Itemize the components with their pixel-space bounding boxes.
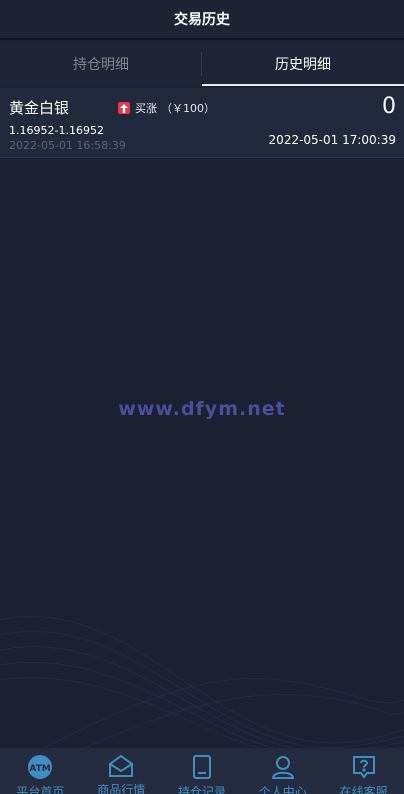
watermark-text: www.dfym.net bbox=[118, 398, 286, 420]
trade-amount: （￥100） bbox=[161, 102, 215, 115]
nav-item-profile[interactable]: 个人中心 bbox=[242, 748, 323, 794]
nav-label: 持仓记录 bbox=[177, 785, 226, 794]
nav-item-home[interactable]: ATM 平台首页 bbox=[0, 748, 81, 794]
svg-text:ATM: ATM bbox=[30, 764, 51, 774]
envelope-icon bbox=[107, 754, 135, 778]
nav-label: 平台首页 bbox=[16, 785, 65, 794]
open-time: 2022-05-01 16:58:39 bbox=[9, 139, 126, 152]
tab-history[interactable]: 历史明细 bbox=[202, 42, 404, 86]
nav-label: 个人中心 bbox=[258, 785, 307, 794]
app-header: 交易历史 bbox=[0, 0, 404, 40]
help-chat-icon bbox=[350, 754, 378, 780]
nav-label: 商品行情 bbox=[97, 783, 146, 794]
tab-bar: 持仓明细 历史明细 bbox=[0, 42, 404, 86]
nav-label: 在线客服 bbox=[339, 785, 388, 794]
book-icon bbox=[188, 754, 216, 780]
tab-label: 历史明细 bbox=[275, 57, 331, 73]
nav-item-market[interactable]: 商品行情 bbox=[81, 748, 162, 794]
trade-direction: 买涨 bbox=[135, 102, 157, 115]
nav-item-positions[interactable]: 持仓记录 bbox=[162, 748, 243, 794]
close-time: 2022-05-01 17:00:39 bbox=[268, 133, 396, 147]
platform-logo-icon: ATM bbox=[26, 754, 54, 780]
nav-item-support[interactable]: 在线客服 bbox=[323, 748, 404, 794]
arrow-up-icon bbox=[118, 102, 130, 114]
wave-background-decoration bbox=[0, 616, 404, 750]
user-icon bbox=[269, 754, 297, 780]
history-record[interactable]: 黄金白银 买涨 （￥100） 0 1.16952-1.16952 2022-05… bbox=[0, 88, 404, 158]
page-title: 交易历史 bbox=[174, 12, 230, 28]
trade-direction-badge: 买涨 （￥100） bbox=[118, 100, 215, 116]
active-tab-indicator bbox=[202, 84, 404, 86]
price-range: 1.16952-1.16952 bbox=[9, 124, 104, 137]
tab-positions[interactable]: 持仓明细 bbox=[0, 42, 202, 86]
product-name: 黄金白银 bbox=[9, 99, 70, 117]
tab-label: 持仓明细 bbox=[73, 57, 129, 73]
bottom-navigation: ATM 平台首页 商品行情 持仓记录 个人中心 在线客服 bbox=[0, 748, 404, 794]
profit-value: 0 bbox=[382, 94, 396, 119]
